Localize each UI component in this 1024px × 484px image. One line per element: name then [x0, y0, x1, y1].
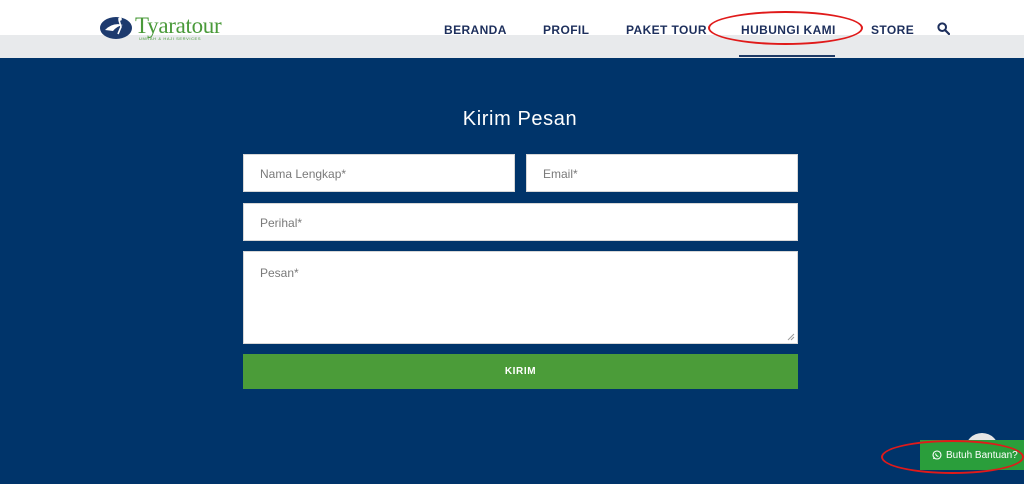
nav-item-paket-tour[interactable]: PAKET TOUR [626, 23, 707, 37]
email-placeholder: Email* [543, 167, 578, 181]
main-nav: BERANDA PROFIL PAKET TOUR HUBUNGI KAMI S… [0, 0, 1024, 58]
submit-button[interactable]: KIRIM [243, 354, 798, 389]
nav-item-hubungi-kami[interactable]: HUBUNGI KAMI [741, 23, 836, 37]
subject-field[interactable]: Perihal* [243, 203, 798, 241]
whatsapp-icon [932, 450, 942, 460]
email-field[interactable]: Email* [526, 154, 798, 192]
message-placeholder: Pesan* [260, 266, 299, 280]
search-icon[interactable] [937, 22, 950, 35]
name-field[interactable]: Nama Lengkap* [243, 154, 515, 192]
nav-item-profil[interactable]: PROFIL [543, 23, 589, 37]
nav-item-store[interactable]: STORE [871, 23, 914, 37]
whatsapp-help-button[interactable]: Butuh Bantuan? [920, 440, 1024, 470]
site-header: Tyaratour UMRAH & HAJI SERVICES BERANDA … [0, 0, 1024, 58]
message-field[interactable]: Pesan* [243, 251, 798, 344]
resize-handle-icon[interactable] [787, 333, 795, 341]
subject-placeholder: Perihal* [260, 216, 303, 230]
form-title: Kirim Pesan [462, 108, 578, 130]
name-placeholder: Nama Lengkap* [260, 167, 347, 181]
nav-item-beranda[interactable]: BERANDA [444, 23, 507, 37]
nav-active-indicator [739, 55, 835, 57]
help-button-label: Butuh Bantuan? [946, 449, 1018, 461]
